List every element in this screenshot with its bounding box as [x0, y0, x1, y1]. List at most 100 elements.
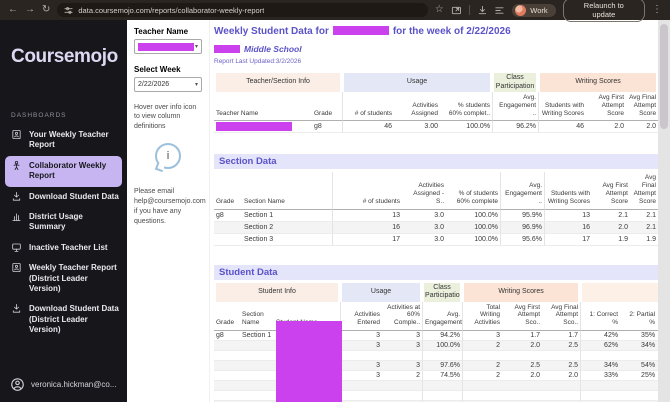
report-content: Weekly Student Data for for the week of 2… — [210, 20, 658, 402]
relaunch-button[interactable]: Relaunch to update — [562, 0, 645, 22]
section-table: Grade Section Name # of students Activities… — [214, 172, 658, 246]
table-cell: g8 — [214, 210, 242, 222]
table-cell: 94.2% — [422, 330, 463, 341]
table-cell: 3 — [340, 360, 383, 371]
table-cell — [502, 351, 543, 361]
table-cell: Section 1 — [240, 331, 274, 341]
site-settings-icon[interactable] — [64, 6, 73, 15]
table-cell: 17 — [544, 233, 592, 246]
info-icon[interactable]: i — [155, 143, 181, 170]
column-header: % students 60% complet.. — [440, 92, 493, 122]
table-cell — [340, 380, 383, 391]
bar-chart-icon — [12, 213, 21, 221]
sidebar-item-download-student-data-district[interactable]: Download Student Data (District Leader V… — [0, 299, 127, 340]
column-header: Teacher Name — [214, 92, 312, 122]
student-table-wrap: Student Info Usage Class Participation Writ… — [214, 282, 658, 402]
table-cell: 13 — [332, 209, 402, 222]
table-cell: Section 2 — [242, 221, 332, 234]
column-group-header: Writing Scores — [538, 73, 658, 92]
download-icon — [12, 191, 21, 201]
scrollbar-thumb[interactable] — [660, 24, 668, 129]
table-cell: 34% — [620, 340, 658, 351]
column-header: Avg. Engagement .. — [492, 92, 539, 122]
table-cell: 3 — [340, 370, 383, 381]
table-cell — [542, 351, 581, 361]
tab-share-icon[interactable] — [451, 5, 462, 16]
table-cell: 2 — [462, 370, 503, 381]
sidebar-item-download-student-data[interactable]: Download Student Data — [0, 187, 127, 207]
vertical-scrollbar[interactable] — [658, 20, 670, 402]
column-header: Avg First Attempt Score — [586, 92, 627, 122]
table-cell: 2.0 — [502, 340, 543, 351]
reload-icon[interactable]: ↻ — [42, 0, 50, 20]
student-data-banner: Student Data — [214, 264, 658, 280]
table-cell: 2 — [462, 360, 503, 371]
url-text: data.coursemojo.com/reports/collaborator… — [78, 5, 265, 15]
profile-name: Work — [530, 5, 548, 15]
school-line: Middle School — [214, 39, 658, 57]
sidebar-item-label: Download Student Data — [29, 191, 119, 201]
browser-toolbar: ← → ↻ data.coursemojo.com/reports/collab… — [0, 0, 670, 22]
table-cell: Section 3 — [242, 234, 332, 246]
table-cell — [502, 380, 543, 391]
table-cell: 3 — [382, 360, 423, 371]
table-cell: 3 — [382, 340, 423, 351]
download-icon[interactable] — [477, 5, 488, 16]
menu-kebab-icon[interactable]: ⋮ — [652, 0, 662, 20]
table-cell — [214, 360, 240, 371]
table-cell: 46 — [538, 121, 587, 134]
table-cell — [422, 380, 463, 391]
table-cell: 3 — [340, 330, 383, 341]
table-cell: 2.0 — [592, 221, 630, 234]
column-header: Avg. Engagement.. — [422, 301, 463, 331]
table-cell — [240, 380, 274, 391]
group-header-row: Teacher/Section Info Usage Class Participa… — [214, 73, 658, 92]
address-bar[interactable]: data.coursemojo.com/reports/collaborator… — [57, 3, 428, 17]
sidebar-item-collaborator-weekly-report[interactable]: Collaborator Weekly Report — [5, 155, 122, 187]
table-cell: 25% — [620, 371, 658, 381]
teacher-name-select[interactable]: ▾ — [134, 39, 202, 54]
table-cell: 17 — [332, 233, 402, 246]
column-group-header: Class Participation — [422, 282, 463, 302]
contact-text: Please email help@coursemojo.com if you … — [134, 188, 206, 225]
filter-panel: Teacher Name ▾ Select Week 2/22/2026 ▾ H… — [127, 20, 210, 402]
table-cell: 2.0 — [502, 371, 543, 381]
teacher-table: Teacher/Section Info Usage Class Participa… — [214, 73, 658, 134]
side-panel-icon[interactable] — [494, 5, 505, 16]
table-cell: 13 — [544, 209, 592, 222]
table-cell: 1.9 — [630, 234, 658, 246]
sidebar-item-weekly-teacher-report-district[interactable]: Weekly Teacher Report (District Leader V… — [0, 258, 127, 299]
bookmark-star-icon[interactable]: ☆ — [435, 0, 444, 20]
app-logo: Coursemojo — [11, 46, 118, 67]
back-icon[interactable]: ← — [8, 0, 18, 20]
sidebar-item-your-weekly-teacher-report[interactable]: Your Weekly Teacher Report — [0, 125, 127, 156]
table-cell — [580, 390, 621, 401]
column-group-header: Usage — [342, 73, 493, 92]
column-header: Avg Final Attempt Score — [630, 172, 658, 210]
column-header: Grade — [214, 172, 242, 210]
select-week-select[interactable]: 2/22/2026 ▾ — [134, 77, 202, 92]
redacted-teacher-name — [332, 26, 389, 35]
table-cell — [542, 391, 581, 401]
sidebar-item-label: District Usage Summary — [29, 211, 83, 232]
table-cell: 3.0 — [402, 234, 446, 246]
sidebar-item-label: Weekly Teacher Report (District Leader V… — [29, 263, 117, 293]
table-cell — [214, 380, 240, 391]
table-cell: 100.0% — [422, 340, 463, 351]
table-cell: 35% — [620, 331, 658, 341]
column-header: Activities Assigned — [394, 92, 441, 122]
table-cell: 62% — [580, 340, 621, 351]
forward-icon[interactable]: → — [25, 0, 35, 20]
select-week-value: 2/22/2026 — [138, 81, 170, 88]
sidebar-item-inactive-teacher-list[interactable]: Inactive Teacher List — [0, 238, 127, 258]
sidebar-item-district-usage-summary[interactable]: District Usage Summary — [0, 207, 127, 238]
table-cell — [502, 391, 543, 401]
table-cell: 16 — [332, 221, 402, 234]
column-group-header: Teacher/Section Info — [214, 73, 343, 92]
user-account[interactable]: veronica.hickman@co... — [10, 377, 117, 392]
column-header: Activities Entered — [340, 301, 383, 331]
column-header-row: Teacher Name Grade # of students Activities… — [214, 92, 658, 122]
person-icon — [13, 160, 20, 170]
profile-chip[interactable]: Work — [512, 3, 556, 17]
toolbar-actions: ☆ Work Relaunch to update ⋮ — [435, 0, 662, 22]
